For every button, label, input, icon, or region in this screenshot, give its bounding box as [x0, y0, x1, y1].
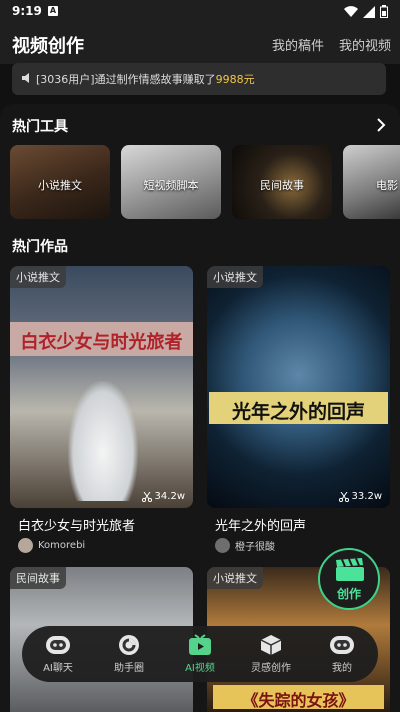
- tool-label: 短视频脚本: [143, 179, 199, 192]
- nav-item-ai-video[interactable]: AI视频: [170, 634, 230, 674]
- poster-title: 《失踪的女孩》: [242, 691, 355, 710]
- poster-title: 光年之外的回声: [231, 401, 365, 423]
- nav-label: AI聊天: [43, 663, 73, 674]
- status-bar: 9:19 A: [0, 0, 400, 24]
- tool-label: 小说推文: [38, 179, 82, 192]
- category-tag: 小说推文: [207, 567, 263, 589]
- work-title: 光年之外的回声: [215, 519, 307, 534]
- nav-item-profile[interactable]: 我的: [312, 634, 372, 674]
- work-title: 白衣少女与时光旅者: [18, 519, 136, 534]
- avatar: [215, 538, 230, 553]
- bottom-nav: AI聊天 助手圈 AI视频 灵感创作 我的: [22, 626, 378, 682]
- category-tag: 民间故事: [10, 567, 66, 589]
- my-drafts-link[interactable]: 我的稿件: [272, 35, 324, 54]
- view-count-value: 33.2w: [351, 491, 382, 502]
- tool-novel[interactable]: 小说推文: [10, 145, 110, 219]
- poster-title: 白衣少女与时光旅者: [20, 332, 183, 353]
- avatar: [18, 538, 33, 553]
- tool-movie[interactable]: 电影: [343, 145, 400, 219]
- view-count-value: 34.2w: [154, 491, 185, 502]
- circle-icon: [119, 635, 139, 655]
- robot-icon: [46, 636, 70, 654]
- view-count: 33.2w: [338, 491, 382, 502]
- nav-item-ai-chat[interactable]: AI聊天: [28, 634, 88, 674]
- notice-text: [3036用户]通过制作情感故事赚取了9988元: [36, 71, 255, 87]
- nav-label: 助手圈: [114, 663, 144, 674]
- tool-label: 民间故事: [260, 179, 304, 192]
- notice-banner[interactable]: [3036用户]通过制作情感故事赚取了9988元: [12, 63, 386, 95]
- work-card[interactable]: 白衣少女与时光旅者 小说推文 34.2w: [10, 266, 193, 508]
- notice-amount: 9988元: [215, 73, 255, 86]
- nav-item-inspiration[interactable]: 灵感创作: [241, 634, 301, 674]
- profile-icon: [330, 636, 354, 654]
- hot-works-title: 热门作品: [12, 239, 68, 255]
- tv-icon: [189, 634, 211, 655]
- work-card[interactable]: 光年之外的回声 小说推文 33.2w: [207, 266, 390, 508]
- nav-label: 灵感创作: [251, 663, 291, 674]
- nav-label: 我的: [332, 663, 352, 674]
- chevron-right-icon[interactable]: [376, 118, 386, 132]
- category-tag: 小说推文: [207, 266, 263, 288]
- tool-label: 电影: [376, 179, 398, 192]
- page-title: 视频创作: [12, 36, 84, 57]
- my-videos-link[interactable]: 我的视频: [339, 35, 391, 54]
- category-tag: 小说推文: [10, 266, 66, 288]
- status-time: 9:19: [12, 4, 42, 18]
- author-name: Komorebi: [38, 540, 86, 551]
- tool-folk-story[interactable]: 民间故事: [232, 145, 332, 219]
- notification-icon: A: [48, 6, 58, 16]
- work-author: 橙子很酸: [215, 538, 275, 553]
- view-count: 34.2w: [141, 491, 185, 502]
- create-label: 创作: [336, 587, 361, 601]
- notice-prefix: [3036用户]通过制作情感故事赚取了: [36, 73, 216, 86]
- author-name: 橙子很酸: [235, 542, 275, 553]
- signal-icon: [363, 5, 375, 18]
- nav-item-assistant-circle[interactable]: 助手圈: [99, 634, 159, 674]
- cube-icon: [260, 635, 282, 655]
- scissors-icon: [141, 491, 152, 502]
- scissors-icon: [338, 491, 349, 502]
- nav-label: AI视频: [185, 663, 215, 674]
- battery-icon: [380, 5, 388, 18]
- work-author: Komorebi: [18, 538, 85, 553]
- poster-figure: [68, 381, 138, 501]
- create-fab-button[interactable]: 创作: [318, 548, 380, 610]
- wifi-icon: [344, 5, 358, 17]
- status-icons: [344, 5, 388, 18]
- clapperboard-icon: [336, 558, 364, 581]
- hot-tools-title: 热门工具: [12, 119, 68, 135]
- app-header: 视频创作 我的稿件 我的视频: [0, 24, 400, 64]
- speaker-icon: [22, 73, 29, 83]
- tool-short-video-script[interactable]: 短视频脚本: [121, 145, 221, 219]
